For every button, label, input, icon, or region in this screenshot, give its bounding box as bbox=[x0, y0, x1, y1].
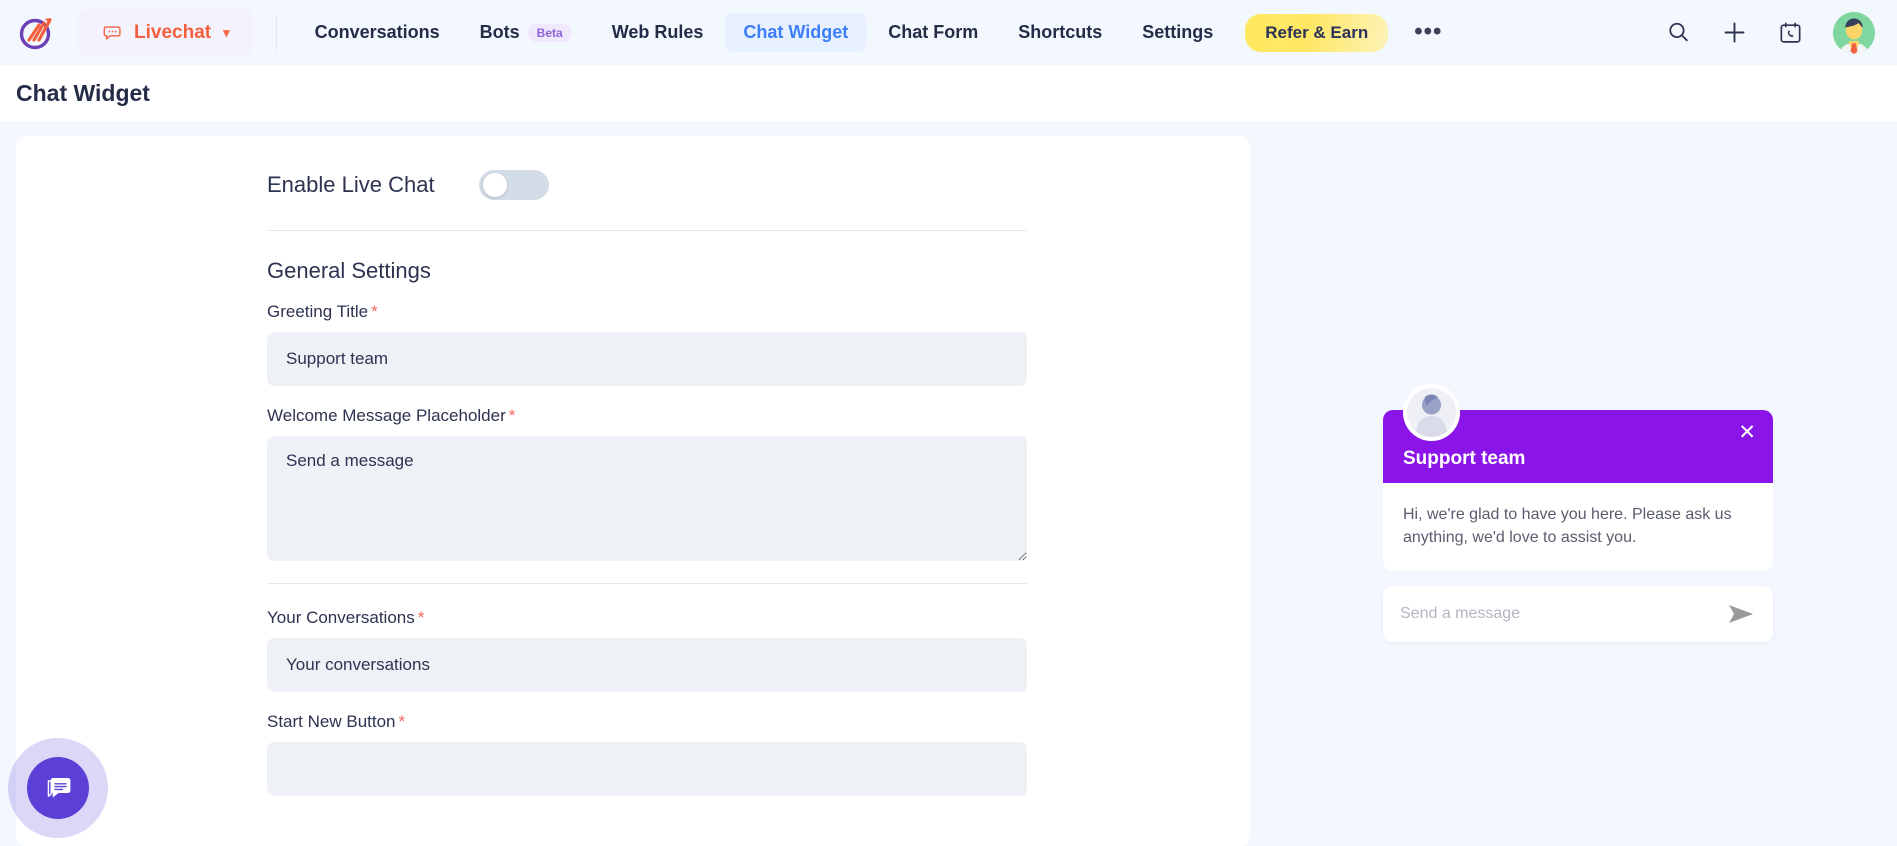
settings-pane: Enable Live Chat General Settings Greeti… bbox=[0, 121, 1250, 846]
floating-chat-launcher-button[interactable] bbox=[27, 757, 89, 819]
tab-bots[interactable]: Bots Beta bbox=[462, 13, 590, 52]
divider-wrap bbox=[267, 583, 1027, 584]
required-marker: * bbox=[398, 712, 406, 731]
beta-badge: Beta bbox=[527, 23, 572, 42]
brand-switcher-livechat[interactable]: Livechat ▾ bbox=[78, 8, 254, 57]
general-settings-heading: General Settings bbox=[267, 258, 431, 283]
tab-label: Web Rules bbox=[611, 22, 704, 42]
chevron-down-icon: ▾ bbox=[223, 24, 230, 40]
nav-right-actions bbox=[1646, 11, 1875, 54]
widget-agent-avatar bbox=[1403, 384, 1460, 441]
tab-web-rules[interactable]: Web Rules bbox=[594, 13, 722, 52]
field-divider bbox=[267, 583, 1027, 584]
tab-shortcuts[interactable]: Shortcuts bbox=[1000, 13, 1120, 52]
logo-icon bbox=[19, 17, 52, 49]
greeting-title-input[interactable] bbox=[267, 332, 1027, 386]
welcome-message-textarea[interactable] bbox=[267, 436, 1027, 561]
search-icon[interactable] bbox=[1666, 20, 1691, 45]
label-text: Start New Button bbox=[267, 712, 396, 731]
chat-bubble-icon bbox=[103, 25, 121, 40]
enable-live-chat-label: Enable Live Chat bbox=[267, 172, 435, 197]
chat-widget-preview: Support team ✕ Hi, we're glad to have yo… bbox=[1383, 384, 1773, 643]
widget-title: Support team bbox=[1403, 448, 1526, 469]
enable-live-chat-toggle[interactable] bbox=[478, 170, 549, 200]
tab-label: Chat Form bbox=[888, 22, 979, 42]
send-arrow-icon[interactable] bbox=[1726, 602, 1756, 626]
label-text: Your Conversations bbox=[267, 608, 415, 627]
avatar[interactable] bbox=[1833, 11, 1875, 54]
widget-preview-pane: Support team ✕ Hi, we're glad to have yo… bbox=[1250, 121, 1897, 846]
tab-label: Conversations bbox=[314, 22, 440, 42]
app-logo[interactable] bbox=[14, 10, 60, 56]
toggle-knob bbox=[482, 173, 507, 197]
field-label: Start New Button * bbox=[267, 712, 1027, 732]
top-navigation-bar: Livechat ▾ Conversations Bots Beta Web R… bbox=[0, 0, 1897, 65]
settings-form: Enable Live Chat General Settings Greeti… bbox=[267, 170, 1027, 796]
nav-items: Conversations Bots Beta Web Rules Chat W… bbox=[297, 13, 1646, 52]
enable-live-chat-row: Enable Live Chat bbox=[267, 170, 1027, 230]
widget-message-input-bar bbox=[1383, 586, 1773, 643]
required-marker: * bbox=[417, 608, 425, 627]
tab-label: Settings bbox=[1142, 22, 1214, 42]
more-options-button[interactable]: ••• bbox=[1414, 19, 1442, 44]
field-label: Welcome Message Placeholder * bbox=[267, 406, 1027, 426]
tab-conversations[interactable]: Conversations bbox=[297, 13, 458, 52]
plus-icon[interactable] bbox=[1721, 19, 1748, 46]
tab-chat-widget[interactable]: Chat Widget bbox=[725, 13, 867, 52]
page-header: Chat Widget bbox=[0, 65, 1897, 121]
avatar-image bbox=[1833, 11, 1875, 54]
nav-divider bbox=[275, 15, 277, 50]
widget-body: Hi, we're glad to have you here. Please … bbox=[1383, 483, 1773, 572]
tab-label: Bots bbox=[479, 22, 520, 42]
settings-card: Enable Live Chat General Settings Greeti… bbox=[16, 136, 1250, 846]
start-new-button-input[interactable] bbox=[267, 742, 1027, 796]
tab-settings[interactable]: Settings bbox=[1124, 13, 1231, 52]
page-title: Chat Widget bbox=[16, 79, 150, 106]
your-conversations-input[interactable] bbox=[267, 638, 1027, 692]
label-text: Greeting Title bbox=[267, 302, 369, 321]
chat-bubble-icon bbox=[47, 778, 71, 798]
close-icon[interactable]: ✕ bbox=[1738, 422, 1756, 443]
floating-chat-launcher-halo[interactable] bbox=[8, 738, 108, 838]
field-your-conversations: Your Conversations * bbox=[267, 608, 1027, 692]
person-silhouette-icon bbox=[1407, 388, 1456, 437]
field-label: Your Conversations * bbox=[267, 608, 1027, 628]
tab-label: Shortcuts bbox=[1018, 22, 1103, 42]
field-label: Greeting Title * bbox=[267, 302, 1027, 322]
brand-label: Livechat bbox=[134, 21, 212, 43]
tab-chat-form[interactable]: Chat Form bbox=[870, 13, 996, 52]
avatar-placeholder-image bbox=[1407, 388, 1456, 437]
section-divider bbox=[267, 230, 1027, 231]
field-greeting-title: Greeting Title * bbox=[267, 302, 1027, 386]
widget-welcome-message: Hi, we're glad to have you here. Please … bbox=[1403, 506, 1732, 546]
widget-message-input[interactable] bbox=[1400, 605, 1726, 624]
calendar-call-icon[interactable] bbox=[1778, 20, 1803, 45]
page-content: Enable Live Chat General Settings Greeti… bbox=[0, 121, 1897, 846]
tab-label: Chat Widget bbox=[743, 22, 849, 42]
label-text: Welcome Message Placeholder bbox=[267, 406, 506, 425]
required-marker: * bbox=[371, 302, 378, 321]
required-marker: * bbox=[508, 406, 516, 425]
refer-and-earn-button[interactable]: Refer & Earn bbox=[1245, 13, 1389, 52]
field-start-new-button: Start New Button * bbox=[267, 712, 1027, 796]
field-welcome-message: Welcome Message Placeholder * bbox=[267, 406, 1027, 561]
